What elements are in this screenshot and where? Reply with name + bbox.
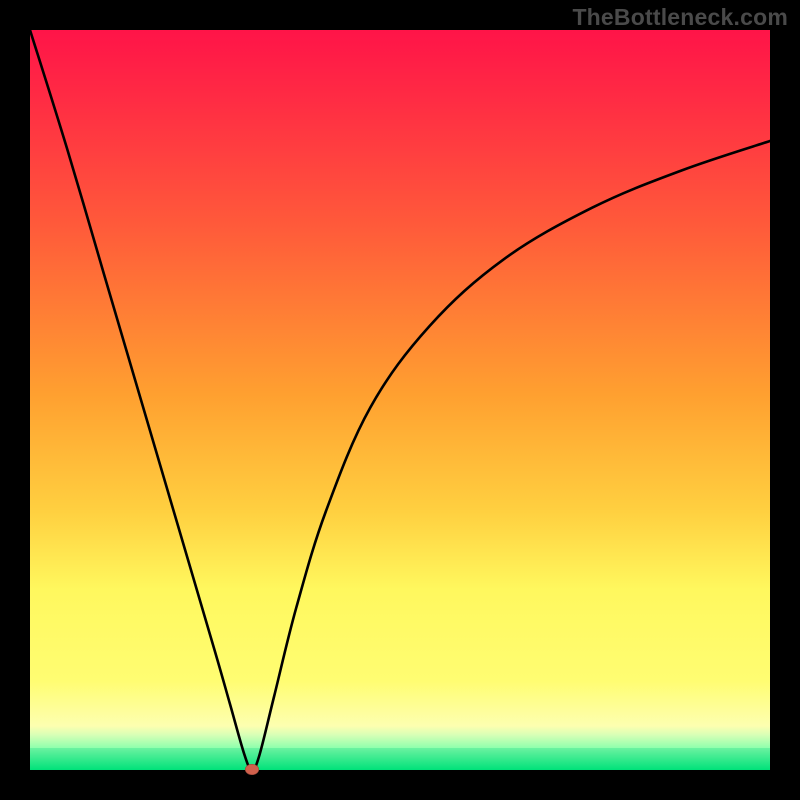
plot-area: [30, 30, 770, 770]
minimum-marker: [245, 764, 259, 775]
bottleneck-curve: [30, 30, 770, 770]
bottleneck-curve-path: [30, 30, 770, 770]
watermark-text: TheBottleneck.com: [572, 4, 788, 31]
chart-container: TheBottleneck.com: [0, 0, 800, 800]
